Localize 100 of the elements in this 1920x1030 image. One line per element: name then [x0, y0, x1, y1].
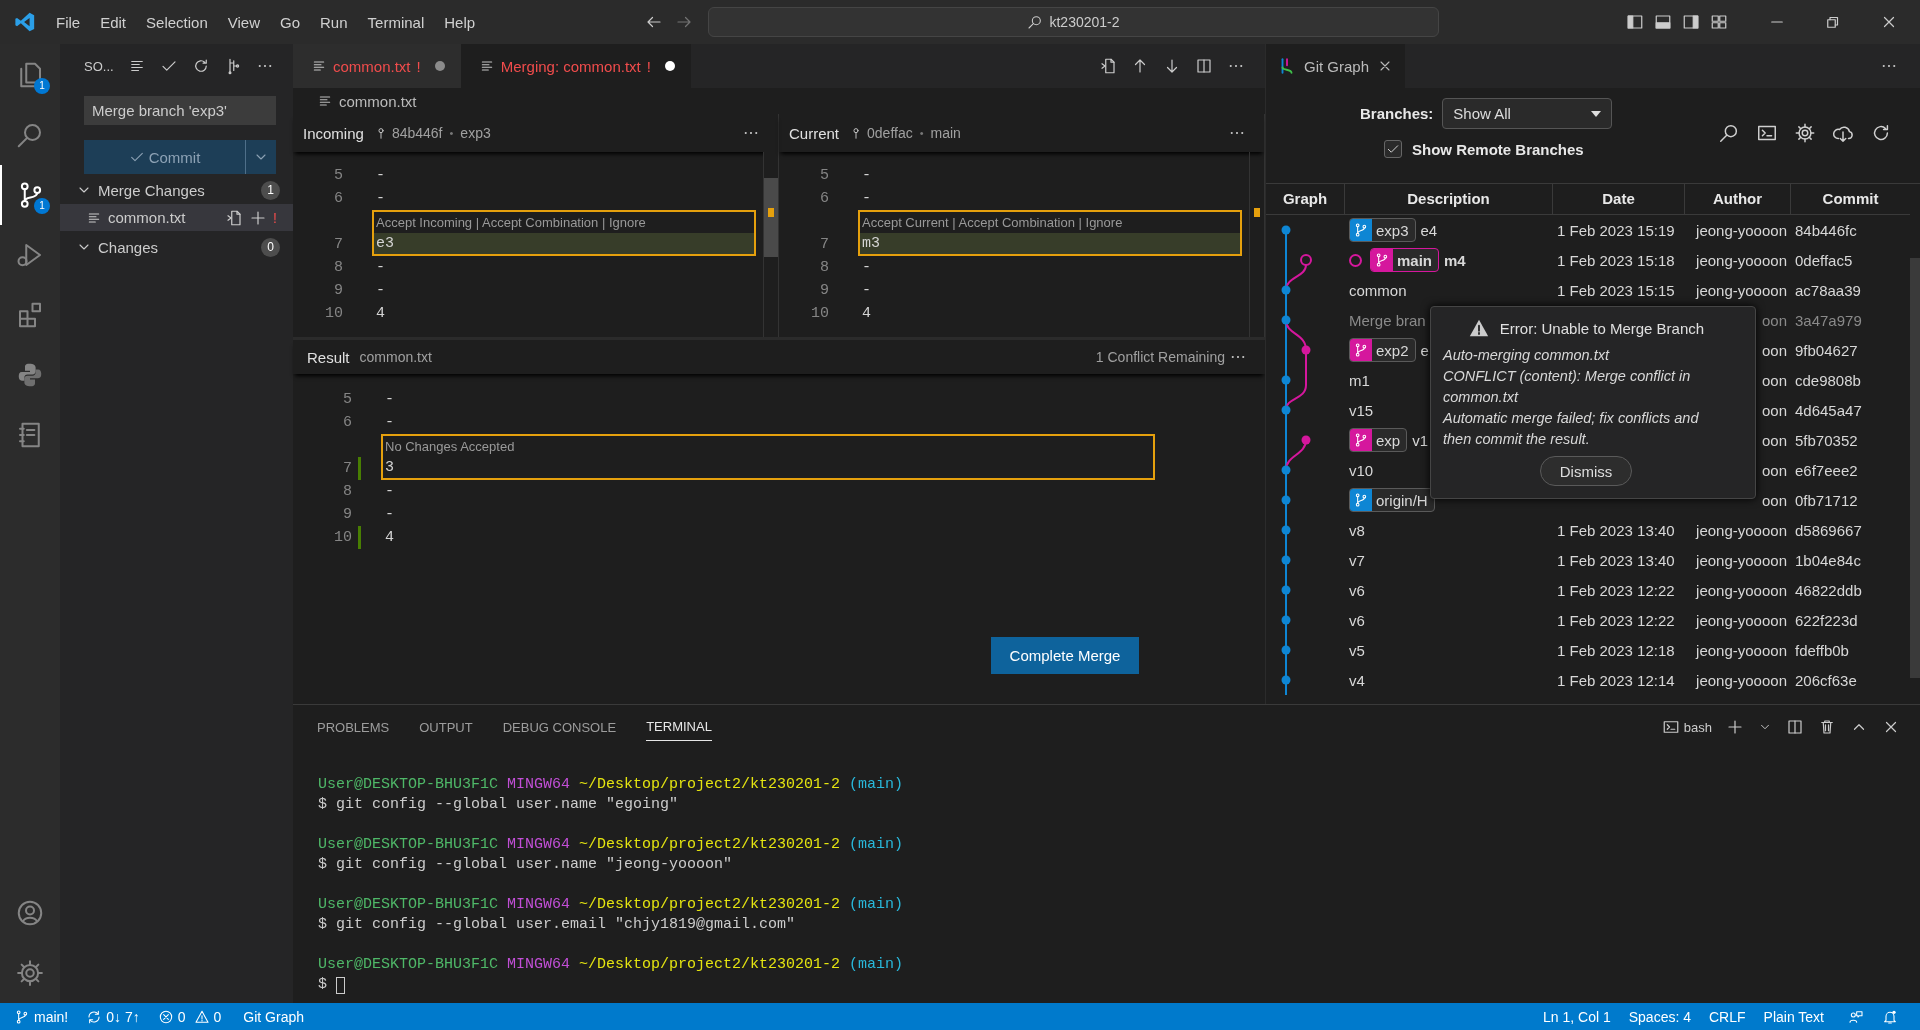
open-file-icon[interactable]	[225, 208, 244, 227]
commit-dot[interactable]	[1281, 465, 1291, 475]
app-logo-icon	[14, 11, 36, 33]
code-line: -	[375, 166, 385, 186]
command-center-search[interactable]: kt230201-2	[708, 7, 1439, 37]
panel-tab[interactable]: OUTPUT	[419, 713, 473, 741]
commit-dot[interactable]	[1281, 525, 1291, 535]
editor-tab[interactable]: Git Graph	[1266, 44, 1406, 88]
notifications-bell-icon[interactable]	[1882, 1008, 1898, 1025]
prompt-text: (main)	[849, 955, 904, 975]
panel-tab[interactable]: DEBUG CONSOLE	[502, 713, 617, 741]
dismiss-button[interactable]: Dismiss	[1540, 456, 1632, 486]
menu-item[interactable]: View	[217, 13, 270, 31]
customize-layout-icon[interactable]	[1710, 13, 1728, 31]
activity-bar-item[interactable]: 1	[0, 45, 60, 105]
commit-dot[interactable]	[1281, 285, 1291, 295]
status-item[interactable]: Ln 1, Col 1	[1543, 1008, 1611, 1025]
branch-status[interactable]: main!	[14, 1008, 69, 1025]
branch-icon	[14, 1008, 30, 1025]
menu-item[interactable]: Run	[310, 13, 358, 31]
open-file-icon[interactable]	[1099, 57, 1117, 75]
prompt-text: MINGW64	[507, 775, 571, 795]
commit-dot[interactable]	[1281, 675, 1291, 685]
column-header[interactable]: Date	[1553, 184, 1685, 214]
branch-label[interactable]: exp3	[1349, 218, 1416, 242]
trash-icon[interactable]	[1818, 718, 1836, 736]
commit-dot[interactable]	[1301, 345, 1311, 355]
branch-label[interactable]: main	[1370, 248, 1439, 272]
commit-dot[interactable]	[1281, 225, 1291, 235]
commit-hash: 84b446fc	[1795, 221, 1857, 239]
account-icon[interactable]	[15, 898, 45, 928]
panel-tab[interactable]: TERMINAL	[646, 713, 712, 741]
sync-icon	[86, 1008, 103, 1025]
commit-author: jeong-yoooon	[1696, 611, 1787, 629]
menu-item[interactable]: Edit	[90, 13, 137, 31]
prompt-text: (main)	[849, 895, 904, 915]
commit-hash: 0deffac	[867, 125, 913, 141]
editor-tab[interactable]: Merging: common.txt !	[460, 44, 691, 88]
branch-label[interactable]: origin/H	[1349, 488, 1435, 512]
split-editor-icon[interactable]	[1195, 57, 1213, 75]
checkbox[interactable]	[1384, 140, 1402, 158]
dropdown-arrow-icon	[1591, 110, 1602, 117]
commit-dot[interactable]	[1281, 375, 1291, 385]
status-item[interactable]: Git Graph	[243, 1008, 304, 1025]
terminal-shell-tab[interactable]: bash	[1661, 718, 1712, 736]
sync-status[interactable]: 0↓ 7↑	[86, 1008, 140, 1025]
line-number: 10	[810, 304, 829, 324]
column-header[interactable]: Description	[1345, 184, 1553, 214]
problems-status[interactable]: 0 0	[157, 1008, 226, 1025]
commit-hash: fdeffb0b	[1795, 641, 1849, 659]
plus-icon[interactable]	[1726, 718, 1744, 736]
branches-dropdown[interactable]: Show All	[1442, 98, 1613, 129]
commit-hash: d5869667	[1795, 521, 1862, 539]
code-line: -	[384, 482, 394, 502]
sidebar-layout-icon[interactable]	[1626, 13, 1644, 31]
commit-dot[interactable]	[1281, 555, 1291, 565]
complete-merge-button[interactable]: Complete Merge	[991, 637, 1139, 674]
status-item[interactable]: Plain Text	[1763, 1008, 1824, 1025]
branch-label[interactable]: exp2	[1349, 338, 1416, 362]
commit-dot[interactable]	[1281, 495, 1291, 505]
commit-dot[interactable]	[1300, 254, 1312, 266]
menu-item[interactable]: Go	[270, 13, 310, 31]
codelens-actions[interactable]: Accept Incoming | Accept Combination | Ignore	[374, 212, 754, 233]
codelens-actions[interactable]: Accept Current | Accept Combination | Ignore	[860, 212, 1240, 233]
scrollbar[interactable]	[1910, 258, 1920, 678]
column-header[interactable]: Author	[1685, 184, 1791, 214]
commit-hash: 9fb04627	[1795, 341, 1858, 359]
secondary-sidebar-layout-icon[interactable]	[1682, 13, 1700, 31]
menu-item[interactable]: Help	[434, 13, 486, 31]
line-number: 9	[333, 281, 343, 301]
feedback-icon[interactable]	[1848, 1008, 1864, 1025]
status-item[interactable]: CRLF	[1709, 1008, 1746, 1025]
menu-item[interactable]: Selection	[136, 13, 218, 31]
settings-icon[interactable]	[1794, 121, 1816, 144]
status-item[interactable]: Spaces: 4	[1628, 1008, 1691, 1025]
commit-dot[interactable]	[1281, 615, 1291, 625]
line-number: 9	[342, 505, 352, 525]
commit-dot[interactable]	[1281, 405, 1291, 415]
panel-layout-icon[interactable]	[1654, 13, 1672, 31]
menu-item[interactable]: File	[46, 13, 91, 31]
panel-tab[interactable]: PROBLEMS	[317, 713, 390, 741]
commit-message: Merge bran	[1349, 311, 1426, 329]
branch-label[interactable]: exp	[1349, 428, 1408, 452]
split-terminal-icon[interactable]	[1786, 718, 1804, 736]
editor-tab[interactable]: common.txt !	[293, 44, 461, 88]
commit-dot[interactable]	[1281, 645, 1291, 655]
file-name: common.txt	[359, 349, 432, 365]
breadcrumb-item[interactable]: common.txt	[339, 92, 417, 110]
commit-dot[interactable]	[1281, 315, 1291, 325]
commit-hash: 622f223d	[1795, 611, 1858, 629]
column-header[interactable]: Commit	[1791, 184, 1910, 214]
commit-message-field[interactable]: Merge branch 'exp3'	[84, 96, 276, 125]
code-line: -	[375, 281, 385, 301]
menu-item[interactable]: Terminal	[357, 13, 435, 31]
commit-dot[interactable]	[1281, 585, 1291, 595]
column-header[interactable]: Graph	[1266, 184, 1345, 214]
commit-hash: 46822ddb	[1795, 581, 1862, 599]
count-badge: 1	[261, 180, 280, 200]
changed-file-item[interactable]: common.txt !	[60, 204, 293, 231]
commit-dot[interactable]	[1301, 435, 1311, 445]
